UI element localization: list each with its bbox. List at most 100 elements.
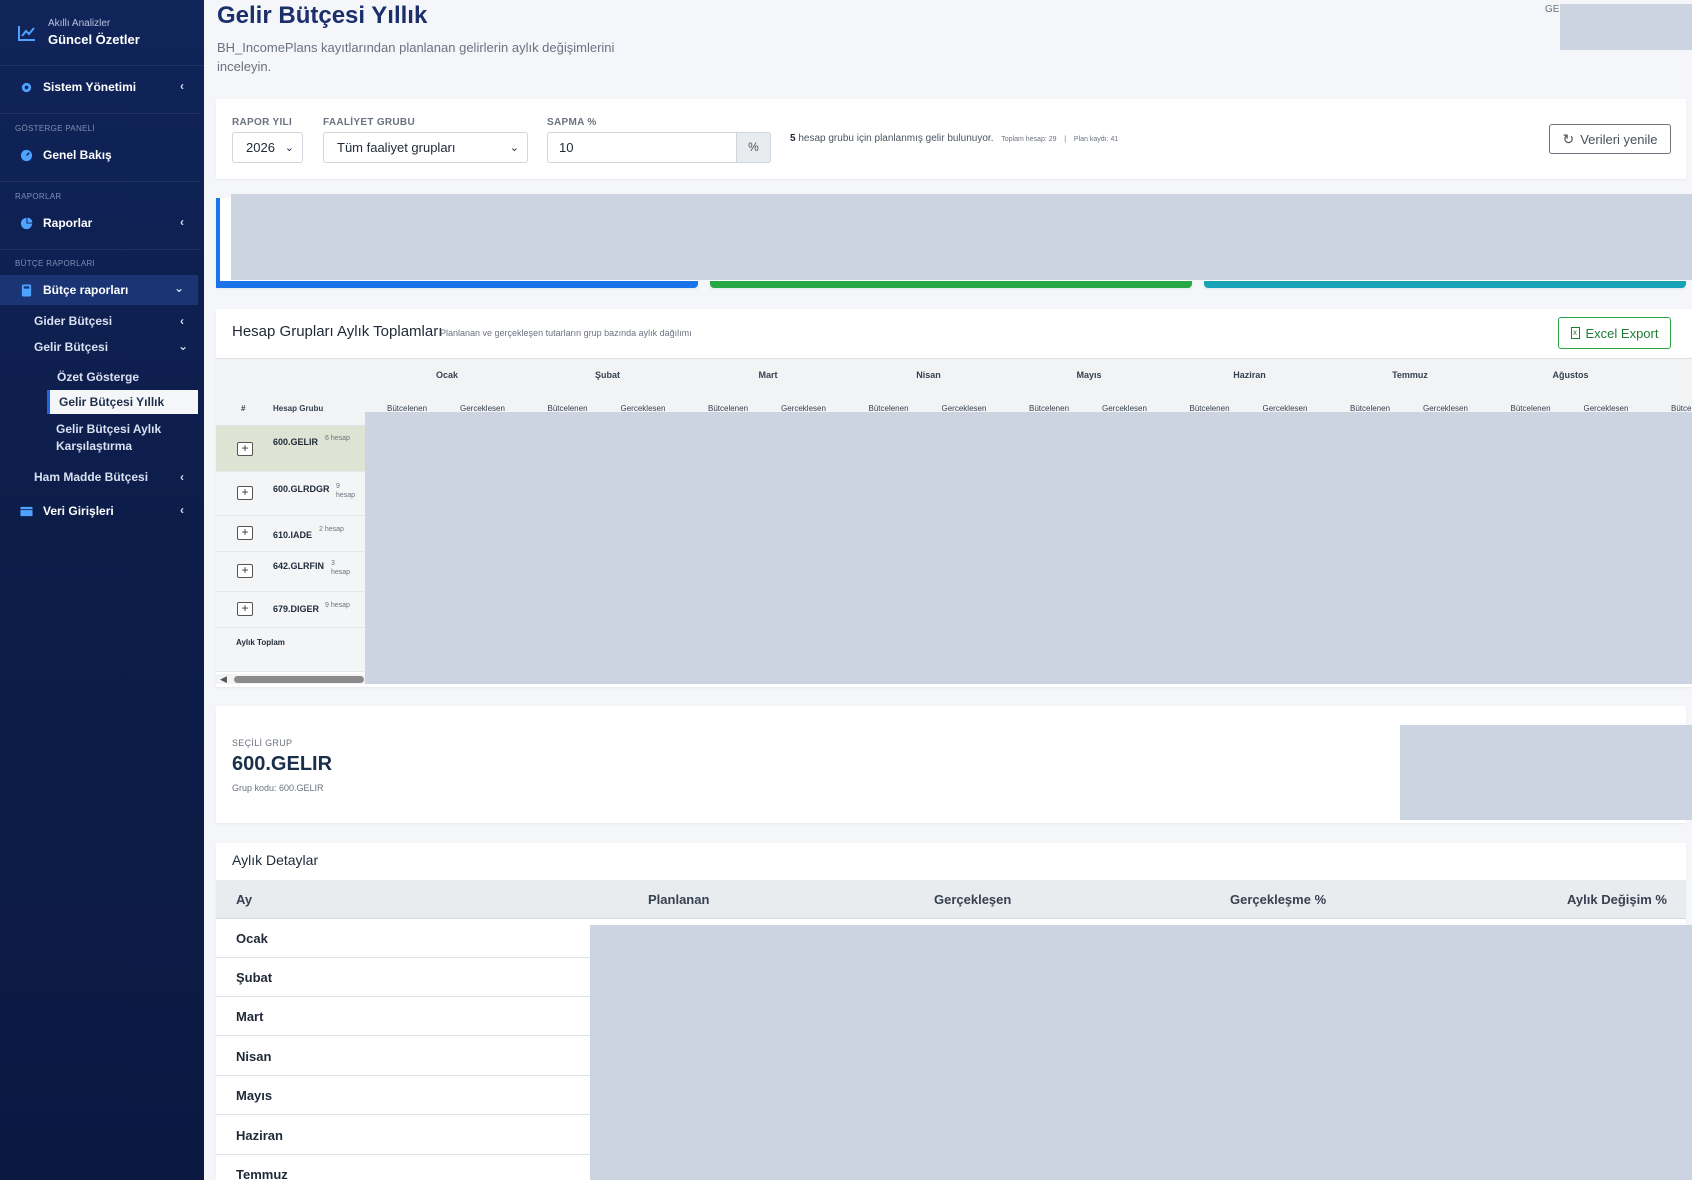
group-code: 600.GELIR <box>273 437 319 447</box>
chart-line-icon <box>18 25 35 41</box>
gear-icon <box>21 82 32 92</box>
month-column-header: Ağustos <box>1552 370 1589 380</box>
refresh-button[interactable]: ↻ Verileri yenile <box>1549 124 1671 154</box>
month-column-header: Mayıs <box>1076 370 1102 380</box>
scroll-left-icon[interactable]: ◀ <box>220 674 227 685</box>
monthly-values-placeholder <box>590 925 1692 1180</box>
month-name: Haziran <box>236 1128 283 1143</box>
chevron-left-icon: ‹ <box>180 79 184 93</box>
chevron-left-icon: ‹ <box>180 470 184 484</box>
groups-values-placeholder <box>365 412 1692 684</box>
col-planned: Planlanan <box>648 892 710 907</box>
sidebar-item-data-entry[interactable]: Veri Girişleri ‹ <box>0 498 198 524</box>
chevron-left-icon: ‹ <box>180 503 184 517</box>
sidebar-item-income-monthly[interactable]: Gelir Bütçesi Aylık Karşılaştırma <box>56 421 161 455</box>
group-row-2[interactable]: + 600.GLRDGR 9 hesap <box>216 472 365 516</box>
activity-group-value: Tüm faaliyet grupları <box>337 140 456 155</box>
group-count: 9 hesap <box>336 483 356 499</box>
group-code: 642.GLRFIN <box>273 561 325 571</box>
sidebar-item-expense-budget[interactable]: Gider Bütçesi <box>34 314 112 328</box>
sidebar-item-income-yearly[interactable]: Gelir Bütçesi Yıllık <box>47 390 198 414</box>
col-monthly-change: Aylık Değişim % <box>1567 892 1667 907</box>
expand-icon[interactable]: + <box>237 442 253 456</box>
sidebar-divider <box>0 113 200 114</box>
chevron-down-icon: ⌄ <box>178 339 189 353</box>
group-row-3[interactable]: + 610.IADE 2 hesap <box>216 516 365 552</box>
sidebar-item-raw-budget[interactable]: Ham Madde Bütçesi <box>34 470 148 484</box>
selected-group-name: 600.GELIR <box>232 753 333 775</box>
month-name: Şubat <box>236 970 273 985</box>
group-label: FAALİYET GRUBU <box>323 117 415 128</box>
summary-info: 5 hesap grubu için planlanmış gelir bulu… <box>790 133 1118 144</box>
brand[interactable]: Akıllı Analizler Güncel Özetler <box>0 0 204 66</box>
month-row: Şubat <box>216 958 590 997</box>
group-count: 2 hesap <box>319 526 344 533</box>
expand-icon[interactable]: + <box>237 602 253 616</box>
refresh-icon: ↻ <box>1562 130 1575 147</box>
month-column-header: Şubat <box>594 370 620 380</box>
percent-addon: % <box>737 132 771 163</box>
month-name: Temmuz <box>236 1167 288 1180</box>
col-month: Ay <box>236 892 253 907</box>
gauge-icon <box>20 149 33 161</box>
chevron-down-icon: ⌄ <box>173 281 184 295</box>
group-row-4[interactable]: + 642.GLRFIN 3 hesap <box>216 552 365 592</box>
month-column-header: Nisan <box>916 370 941 380</box>
month-row: Mayıs <box>216 1076 590 1115</box>
sidebar-item-overview[interactable]: Genel Bakış <box>0 142 198 168</box>
col-realization: Gerçekleşme % <box>1230 892 1327 907</box>
sidebar-item-income-budget[interactable]: Gelir Bütçesi <box>34 340 108 354</box>
month-row: Temmuz <box>216 1155 590 1180</box>
chevron-down-icon: ⌄ <box>284 142 294 154</box>
month-row: Haziran <box>216 1116 590 1155</box>
month-name: Ocak <box>236 931 268 946</box>
year-label: RAPOR YILI <box>232 117 293 128</box>
sidebar-item-label: Raporlar <box>43 216 93 230</box>
selected-group-label: SEÇİLİ GRUP <box>232 738 293 748</box>
sidebar-item-label: Bütçe raporları <box>43 283 129 297</box>
kpi-values-placeholder <box>231 194 1692 280</box>
group-code: 600.GLRDGR <box>273 484 330 494</box>
excel-export-button[interactable]: x Excel Export <box>1558 317 1671 349</box>
year-select[interactable]: 2026 ⌄ <box>232 132 303 163</box>
group-row-5[interactable]: + 679.DIGER 9 hesap <box>216 592 365 628</box>
selected-group-stats-placeholder <box>1400 725 1692 820</box>
table-icon <box>20 506 33 516</box>
sidebar-item-label: Karşılaştırma <box>56 439 133 453</box>
deviation-value: 10 <box>559 140 574 155</box>
month-name: Mart <box>236 1009 264 1024</box>
sidebar-item-summary[interactable]: Özet Gösterge <box>57 370 139 384</box>
kpi-bar-2 <box>710 281 1192 288</box>
horizontal-scrollbar[interactable]: ◀ <box>216 674 366 684</box>
refresh-label: Verileri yenile <box>1580 131 1658 147</box>
user-avatar-placeholder[interactable] <box>1560 4 1692 50</box>
monthly-table-header: Ay Planlanan Gerçekleşen Gerçekleşme % A… <box>216 880 1686 919</box>
deviation-label: SAPMA % <box>547 117 597 128</box>
page-title: Gelir Bütçesi Yıllık <box>217 2 428 29</box>
monthly-details-title: Aylık Detaylar <box>232 852 319 868</box>
group-count: 3 hesap <box>331 560 351 576</box>
col-no-header: # <box>241 404 246 413</box>
page-description: BH_IncomePlans kayıtlarından planlanan g… <box>217 40 615 74</box>
sidebar-item-reports[interactable]: Raporlar ‹ <box>0 210 198 236</box>
expand-icon[interactable]: + <box>237 486 253 500</box>
deviation-input[interactable]: 10 <box>547 132 737 163</box>
expand-icon[interactable]: + <box>237 564 253 578</box>
sidebar-item-system[interactable]: Sistem Yönetimi ‹ <box>0 74 198 100</box>
activity-group-select[interactable]: Tüm faaliyet grupları ⌄ <box>323 132 528 163</box>
summary-text: hesap grubu için planlanmış gelir bulunu… <box>798 133 994 144</box>
sidebar-item-budget-reports[interactable]: Bütçe raporları ⌄ <box>0 275 198 305</box>
expand-icon[interactable]: + <box>237 526 253 540</box>
sidebar-divider <box>0 249 200 250</box>
month-name: Nisan <box>236 1049 272 1064</box>
scrollbar-thumb[interactable] <box>234 676 364 683</box>
total-row: Aylık Toplam <box>216 628 365 672</box>
sidebar-item-label: Veri Girişleri <box>43 504 114 518</box>
calculator-icon <box>21 283 32 297</box>
year-value: 2026 <box>246 140 275 155</box>
col-actual: Gerçekleşen <box>934 892 1012 907</box>
group-row-1[interactable]: + 600.GELIR 6 hesap <box>216 426 365 472</box>
chevron-left-icon: ‹ <box>180 215 184 229</box>
groups-subtitle: Planlanan ve gerçekleşen tutarların grup… <box>440 328 692 338</box>
sidebar-item-label: Gelir Bütçesi Aylık <box>56 422 162 436</box>
